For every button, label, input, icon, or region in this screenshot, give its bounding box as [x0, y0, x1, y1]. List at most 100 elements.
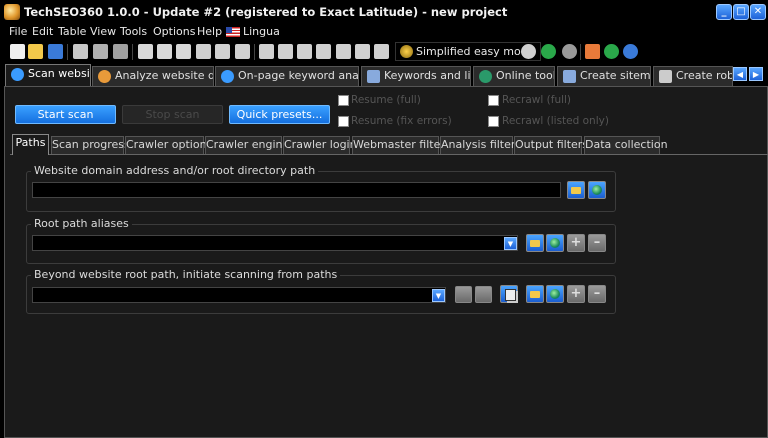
- simplified-mode-button[interactable]: Simplified easy mode: [395, 42, 542, 61]
- tools-icon[interactable]: [113, 44, 128, 59]
- aliases-group-label: Root path aliases: [31, 217, 132, 230]
- app-logo-icon: [4, 4, 20, 20]
- new-file-icon[interactable]: [10, 44, 25, 59]
- start-scan-button[interactable]: Start scan: [15, 105, 116, 124]
- disabled-option-icon[interactable]: [455, 286, 472, 303]
- import-icon[interactable]: [336, 44, 351, 59]
- copy-paths-icon[interactable]: [500, 285, 518, 303]
- undo-icon[interactable]: [196, 44, 211, 59]
- filter-icon[interactable]: [259, 44, 274, 59]
- tab-create-sitemap[interactable]: Create sitemap: [557, 66, 651, 86]
- browse-web-icon[interactable]: [546, 285, 564, 303]
- refresh-icon[interactable]: [562, 44, 577, 59]
- subtab-crawler-engine[interactable]: Crawler engine: [205, 136, 289, 154]
- recrawl-full-checkbox[interactable]: [488, 95, 499, 106]
- add-alias-icon[interactable]: +: [567, 234, 585, 252]
- sort-icon[interactable]: [297, 44, 312, 59]
- resume-full-checkbox[interactable]: [338, 95, 349, 106]
- tab-label: Analyze website data: [115, 69, 213, 82]
- stop-scan-button[interactable]: Stop scan: [122, 105, 223, 124]
- domain-input[interactable]: [32, 182, 561, 198]
- collapse-icon[interactable]: [355, 44, 370, 59]
- resume-fix-errors-checkbox[interactable]: [338, 116, 349, 127]
- menu-file[interactable]: File: [9, 25, 27, 38]
- go-icon[interactable]: [541, 44, 556, 59]
- subtab-analysis-filters[interactable]: Analysis filters: [440, 136, 521, 154]
- resume-full-label: Resume (full): [351, 94, 421, 106]
- tab-keywords-and-lists[interactable]: Keywords and lists: [361, 66, 471, 86]
- browse-folder-icon[interactable]: [526, 234, 544, 252]
- browse-folder-icon[interactable]: [526, 285, 544, 303]
- tab-label: Create sitemap: [580, 69, 651, 82]
- tab-create-robots[interactable]: Create robots: [653, 66, 733, 86]
- subtab-crawler-login[interactable]: Crawler login: [283, 136, 357, 154]
- menu-view[interactable]: View: [90, 25, 116, 38]
- export-icon[interactable]: [316, 44, 331, 59]
- subtab-webmaster-filters[interactable]: Webmaster filters: [352, 136, 451, 154]
- tree-icon[interactable]: [73, 44, 88, 59]
- beyond-paths-dropdown[interactable]: [32, 287, 446, 303]
- save-icon[interactable]: [48, 44, 63, 59]
- column-icon[interactable]: [278, 44, 293, 59]
- chevron-down-icon[interactable]: ▼: [432, 289, 445, 302]
- close-button[interactable]: ✕: [750, 4, 766, 20]
- copy-icon[interactable]: [157, 44, 172, 59]
- tab-label: Online tools: [496, 69, 555, 82]
- chevron-down-icon[interactable]: ▼: [504, 237, 517, 250]
- quick-presets-button[interactable]: Quick presets...: [229, 105, 330, 124]
- subtab-data-collection[interactable]: Data collection: [584, 136, 668, 154]
- record-icon[interactable]: [521, 44, 536, 59]
- remove-path-icon[interactable]: –: [588, 285, 606, 303]
- find-icon[interactable]: [235, 44, 250, 59]
- remove-alias-icon[interactable]: –: [588, 234, 606, 252]
- tab-label: Keywords and lists: [384, 69, 471, 82]
- tab-scroll-right-button[interactable]: ▶: [749, 67, 763, 81]
- open-folder-icon[interactable]: [28, 44, 43, 59]
- toolbar-separator: [132, 44, 133, 60]
- browse-web-icon[interactable]: [546, 234, 564, 252]
- tab-scan-website[interactable]: Scan website: [5, 64, 91, 87]
- robots-filter-icon: [659, 70, 672, 83]
- subtab-paths[interactable]: Paths: [12, 134, 49, 155]
- list-icon: [367, 70, 380, 83]
- aliases-dropdown[interactable]: [32, 235, 518, 251]
- add-path-icon[interactable]: +: [567, 285, 585, 303]
- tab-online-tools[interactable]: Online tools: [473, 66, 555, 86]
- subtab-scan-progress[interactable]: Scan progress: [51, 136, 130, 154]
- tab-analyze-website-data[interactable]: Analyze website data: [92, 66, 214, 86]
- tab-label: Scan website: [28, 67, 90, 80]
- domain-group-label: Website domain address and/or root direc…: [31, 164, 319, 177]
- expand-icon[interactable]: [374, 44, 389, 59]
- cut-icon[interactable]: [138, 44, 153, 59]
- recrawl-listed-only-checkbox[interactable]: [488, 116, 499, 127]
- maximize-button[interactable]: □: [733, 4, 749, 20]
- subtab-crawler-options[interactable]: Crawler options: [125, 136, 212, 154]
- browse-web-icon[interactable]: [588, 181, 606, 199]
- chart-globe-icon: [98, 70, 111, 83]
- keyword-search-icon: [221, 70, 234, 83]
- menu-tools[interactable]: Tools: [120, 25, 147, 38]
- tab-scroll-left-button[interactable]: ◀: [733, 67, 747, 81]
- menu-table[interactable]: Table: [58, 25, 86, 38]
- share-icon[interactable]: [604, 44, 619, 59]
- menu-help[interactable]: Help: [197, 25, 222, 38]
- home-icon[interactable]: [585, 44, 600, 59]
- window-title: TechSEO360 1.0.0 - Update #2 (registered…: [24, 5, 508, 19]
- browse-folder-icon[interactable]: [567, 181, 585, 199]
- menu-edit[interactable]: Edit: [32, 25, 53, 38]
- menu-lingua[interactable]: Lingua: [243, 25, 280, 38]
- help-icon[interactable]: [623, 44, 638, 59]
- minimize-button[interactable]: _: [716, 4, 732, 20]
- subtab-output-filters[interactable]: Output filters: [514, 136, 588, 154]
- sub-tab-baseline: [10, 154, 768, 155]
- wizard-icon[interactable]: [93, 44, 108, 59]
- tab-label: Create robots: [676, 69, 733, 82]
- paste-icon[interactable]: [176, 44, 191, 59]
- menu-options[interactable]: Options: [153, 25, 195, 38]
- disabled-option-icon[interactable]: [475, 286, 492, 303]
- tab-label: On-page keyword analysis: [238, 69, 359, 82]
- search-icon[interactable]: [215, 44, 230, 59]
- toolbar-separator: [67, 44, 68, 60]
- tab-on-page-keyword-analysis[interactable]: On-page keyword analysis: [215, 66, 359, 86]
- sitemap-icon: [563, 70, 576, 83]
